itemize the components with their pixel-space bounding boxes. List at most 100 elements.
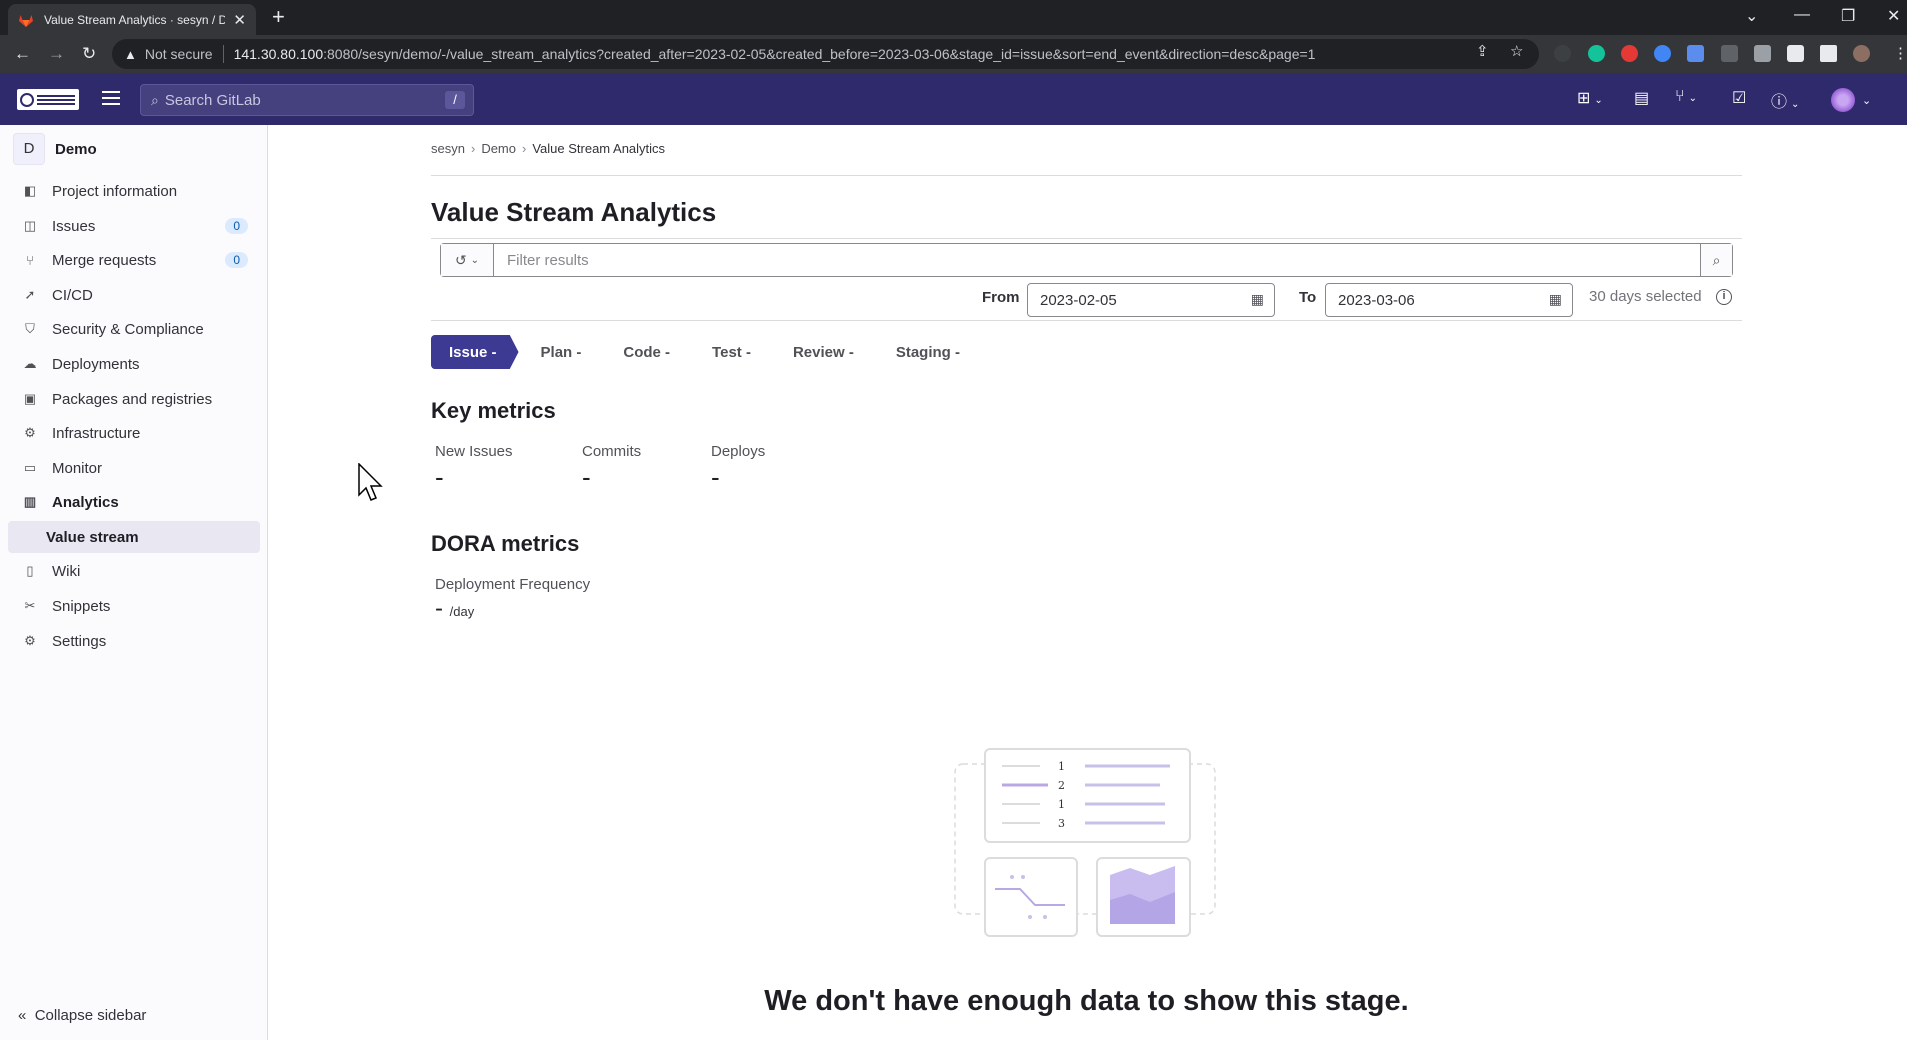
forward-icon[interactable]: → [48, 44, 65, 64]
sidebar-item-label: Project information [52, 182, 178, 200]
not-secure-label[interactable]: Not secure [145, 46, 213, 62]
deployments-icon: ☁ [23, 356, 37, 371]
sidebar-item-label: Infrastructure [52, 424, 141, 442]
sidebar-item-deployments[interactable]: ☁ Deployments [8, 348, 260, 380]
rocket-icon: ➚ [24, 287, 36, 302]
sidebar-item-wiki[interactable]: ▯ Wiki [8, 555, 260, 587]
rank-number: 1 [1058, 760, 1065, 773]
stage-test[interactable]: Test - [712, 344, 751, 361]
breadcrumb-item[interactable]: sesyn [431, 141, 465, 156]
browser-tab[interactable]: Value Stream Analytics · sesyn / Dem ✕ [8, 4, 256, 35]
sidebar-item-analytics[interactable]: ▥ Analytics [8, 486, 260, 518]
browser-tab-title: Value Stream Analytics · sesyn / Dem [44, 12, 226, 27]
divider [431, 238, 1742, 239]
metric-unit: /day [449, 604, 475, 619]
calendar-icon[interactable]: ▦ [1549, 291, 1562, 308]
extension-icon[interactable] [1654, 45, 1671, 62]
days-selected-text: 30 days selected [1589, 288, 1702, 305]
create-new-icon[interactable]: ⊞ ⌄ [1577, 88, 1603, 108]
dora-metrics-title: DORA metrics [431, 531, 580, 556]
issues-icon[interactable]: ▤ [1634, 88, 1649, 108]
chevron-right-icon: › [522, 141, 527, 156]
filter-input[interactable]: Filter results [494, 244, 1700, 276]
monitor-icon: ▭ [23, 460, 37, 475]
search-button[interactable]: ⌕ [1700, 244, 1732, 276]
sidebar-project-header[interactable]: D Demo [13, 133, 97, 165]
new-tab-icon[interactable]: + [272, 6, 285, 28]
warning-icon: ▲ [124, 46, 137, 62]
breadcrumb-current[interactable]: Value Stream Analytics [532, 141, 665, 156]
sidebar-item-project-information[interactable]: ◧ Project information [8, 175, 260, 207]
tab-search-icon[interactable]: ⌄ [1745, 6, 1758, 26]
chevron-down-icon: ⌄ [470, 254, 479, 266]
sidebar-item-security[interactable]: ⛉ Security & Compliance [8, 313, 260, 345]
reload-icon[interactable]: ↻ [82, 44, 96, 64]
url-field[interactable]: ▲ Not secure 141.30.80.100:8080/sesyn/de… [112, 39, 1539, 69]
calendar-icon[interactable]: ▦ [1251, 291, 1264, 308]
count-badge: 0 [225, 218, 248, 234]
metric-value: - [711, 462, 720, 492]
bookmark-star-icon[interactable]: ☆ [1510, 42, 1523, 60]
sidebar-item-label: Wiki [52, 562, 81, 580]
translate-extension-icon[interactable] [1687, 45, 1704, 62]
tab-close-icon[interactable]: ✕ [233, 11, 246, 29]
stage-staging[interactable]: Staging - [896, 344, 960, 361]
sidebar-item-merge-requests[interactable]: ⑂ Merge requests 0 [8, 244, 260, 276]
stage-review[interactable]: Review - [793, 344, 854, 361]
sidebar-item-label: Settings [52, 632, 107, 650]
back-icon[interactable]: ← [14, 44, 31, 64]
cloud-gear-icon: ⚙ [24, 425, 36, 440]
share-icon[interactable]: ⇪ [1476, 42, 1489, 60]
stage-issue[interactable]: Issue - [431, 335, 519, 369]
todo-icon[interactable]: ☑ [1732, 88, 1746, 108]
tu-dresden-logo[interactable] [17, 89, 79, 110]
url-text[interactable]: 141.30.80.100:8080/sesyn/demo/-/value_st… [234, 46, 1316, 62]
browser-menu-icon[interactable]: ⋮ [1893, 44, 1907, 62]
sidebar-item-infrastructure[interactable]: ⚙ Infrastructure [8, 417, 260, 449]
history-icon: ↺ [454, 251, 467, 268]
chevron-down-icon[interactable]: ⌄ [1862, 94, 1871, 107]
from-date-value: 2023-02-05 [1040, 291, 1117, 309]
sidebar-item-value-stream[interactable]: Value stream [8, 521, 260, 553]
gear-icon: ⚙ [24, 633, 36, 648]
info-icon[interactable]: i [1716, 289, 1732, 305]
metric-label: New Issues [435, 443, 513, 460]
search-input[interactable]: ⌕ Search GitLab / [140, 84, 474, 116]
menu-hamburger-icon[interactable] [102, 91, 120, 109]
sidebar-item-monitor[interactable]: ▭ Monitor [8, 452, 260, 484]
restore-icon[interactable]: ❐ [1841, 6, 1855, 26]
merge-requests-icon[interactable]: ⑂ ⌄ [1675, 88, 1697, 106]
extension-icon[interactable] [1754, 45, 1771, 62]
stage-code[interactable]: Code - [623, 344, 670, 361]
stage-plan[interactable]: Plan - [541, 344, 582, 361]
sidebar-item-label: Analytics [52, 493, 119, 511]
breadcrumb: sesyn › Demo › Value Stream Analytics [431, 141, 665, 156]
sidebar-item-ci-cd[interactable]: ➚ CI/CD [8, 279, 260, 311]
recent-searches-button[interactable]: ↺ ⌄ [441, 244, 494, 276]
sidebar-item-packages[interactable]: ▣ Packages and registries [8, 383, 260, 415]
extension-icon[interactable] [1554, 45, 1571, 62]
sidebar-item-issues[interactable]: ◫ Issues 0 [8, 210, 260, 242]
sidebar-item-snippets[interactable]: ✂ Snippets [8, 590, 260, 622]
window-close-icon[interactable]: ✕ [1887, 6, 1900, 26]
metric-deploys: Deploys - [711, 443, 765, 493]
extensions-puzzle-icon[interactable] [1787, 45, 1804, 62]
from-date-field[interactable]: 2023-02-05 ▦ [1027, 283, 1275, 317]
user-avatar[interactable] [1831, 88, 1855, 112]
extension-icon[interactable] [1721, 45, 1738, 62]
gitlab-favicon-icon [19, 14, 33, 27]
chart-icon: ▥ [23, 494, 37, 509]
stage-path: Issue - Plan - Code - Test - Review - St… [431, 334, 982, 370]
side-panel-icon[interactable] [1820, 45, 1837, 62]
breadcrumb-item[interactable]: Demo [481, 141, 516, 156]
profile-avatar[interactable] [1853, 45, 1870, 62]
extension-icon[interactable] [1621, 45, 1638, 62]
book-icon: ▯ [26, 563, 34, 578]
search-icon: ⌕ [1712, 251, 1721, 268]
to-date-field[interactable]: 2023-03-06 ▦ [1325, 283, 1573, 317]
minimize-icon[interactable]: — [1794, 6, 1810, 24]
grammarly-extension-icon[interactable] [1588, 45, 1605, 62]
help-icon[interactable]: ⓘ ⌄ [1771, 88, 1799, 112]
project-name: Demo [55, 140, 97, 158]
sidebar-item-settings[interactable]: ⚙ Settings [8, 625, 260, 657]
